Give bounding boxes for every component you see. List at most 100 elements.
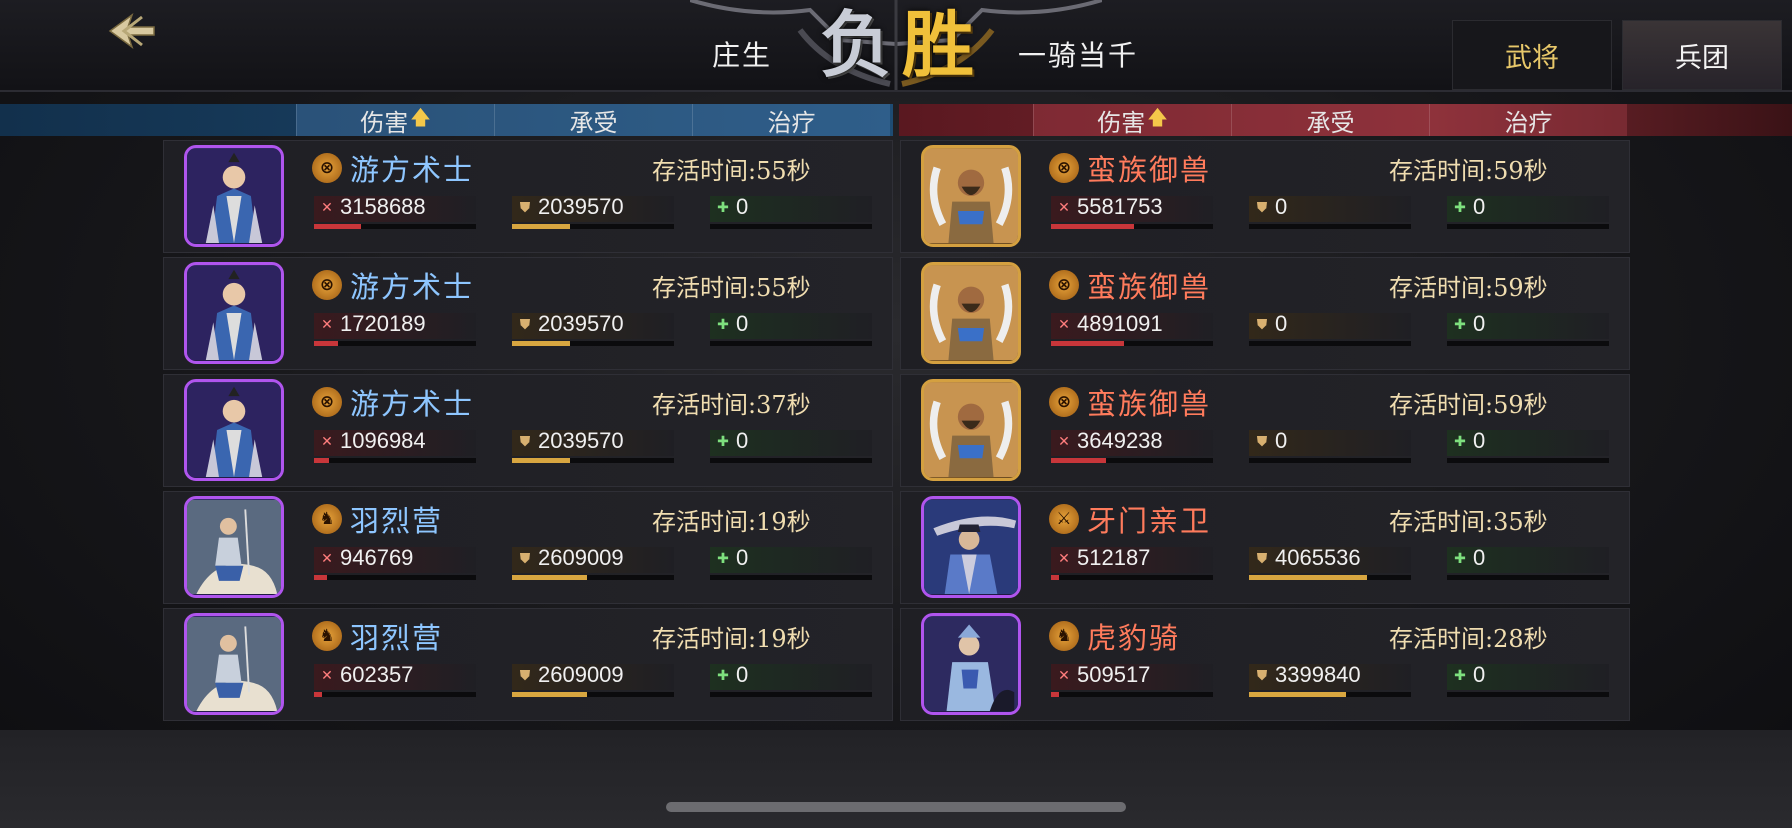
- shield-icon: ⛊: [519, 551, 531, 567]
- lose-label: 负: [820, 2, 893, 87]
- unit-row[interactable]: ⊗ 蛮族御兽 存活时间:59秒 ✕ 3649238 ⛊ 0 ✚ 0: [900, 374, 1630, 487]
- heal-plus-icon: ✚: [1454, 551, 1466, 567]
- survival-time: 存活时间:59秒: [1389, 157, 1548, 185]
- shield-icon: ⛊: [519, 200, 531, 216]
- heal-plus-icon: ✚: [717, 668, 729, 684]
- win-label: 胜: [902, 2, 975, 87]
- unit-row[interactable]: ♞ 羽烈营 存活时间:19秒 ✕ 946769 ⛊ 2609009 ✚ 0: [163, 491, 893, 604]
- sort-up-icon: 🡅: [410, 105, 431, 129]
- taken-stat: ⛊ 2609009: [512, 545, 674, 581]
- top-bar: 庄生 负 胜 一骑当千 武将 兵团: [0, 0, 1792, 92]
- home-indicator[interactable]: [666, 802, 1126, 812]
- damage-value: 946769: [340, 545, 414, 570]
- unit-row[interactable]: ⊗ 蛮族御兽 存活时间:59秒 ✕ 4891091 ⛊ 0 ✚ 0: [900, 257, 1630, 370]
- taken-stat: ⛊ 2039570: [512, 194, 674, 230]
- taken-bar-fill: [512, 224, 571, 229]
- unit-portrait[interactable]: [921, 379, 1021, 481]
- header-taken-left[interactable]: 承受: [494, 104, 692, 137]
- unit-name: 游方术士: [350, 387, 475, 421]
- damage-bar-fill: [314, 458, 329, 463]
- unit-name: 蛮族御兽: [1087, 270, 1212, 304]
- taken-stat: ⛊ 2039570: [512, 428, 674, 464]
- heal-plus-icon: ✚: [1454, 668, 1466, 684]
- damage-bar-fill: [314, 341, 339, 346]
- tab-army[interactable]: 兵团: [1622, 20, 1782, 90]
- damage-bar-fill: [1051, 458, 1107, 463]
- damage-stat: ✕ 946769: [314, 545, 476, 581]
- heal-stat: ✚ 0: [710, 311, 872, 347]
- unit-portrait[interactable]: [184, 496, 284, 598]
- heal-value: 0: [1473, 662, 1486, 687]
- sword-icon: ✕: [1058, 668, 1070, 684]
- header-taken-right[interactable]: 承受: [1231, 104, 1429, 137]
- heal-plus-icon: ✚: [1454, 200, 1466, 216]
- unit-row[interactable]: ⚔ 牙门亲卫 存活时间:35秒 ✕ 512187 ⛊ 4065536 ✚ 0: [900, 491, 1630, 604]
- heal-value: 0: [736, 194, 749, 219]
- unit-row[interactable]: ⊗ 蛮族御兽 存活时间:59秒 ✕ 5581753 ⛊ 0 ✚ 0: [900, 140, 1630, 253]
- unit-portrait[interactable]: [184, 145, 284, 247]
- unit-name: 游方术士: [350, 153, 475, 187]
- damage-bar-fill: [314, 575, 327, 580]
- damage-stat: ✕ 602357: [314, 662, 476, 698]
- heal-stat: ✚ 0: [710, 194, 872, 230]
- tab-generals[interactable]: 武将: [1452, 20, 1612, 90]
- survival-time: 存活时间:55秒: [652, 274, 811, 302]
- unit-portrait[interactable]: [921, 613, 1021, 715]
- heal-stat: ✚ 0: [710, 428, 872, 464]
- unit-portrait[interactable]: [921, 262, 1021, 364]
- unit-row[interactable]: ⊗ 游方术士 存活时间:37秒 ✕ 1096984 ⛊ 2039570 ✚ 0: [163, 374, 893, 487]
- heal-stat: ✚ 0: [1447, 662, 1609, 698]
- left-column-headers: 伤害 🡅 承受 治疗: [0, 104, 893, 137]
- taken-bar-fill: [512, 692, 587, 697]
- heal-value: 0: [1473, 194, 1486, 219]
- header-damage-right[interactable]: 伤害 🡅: [1033, 104, 1231, 137]
- damage-stat: ✕ 1720189: [314, 311, 476, 347]
- unit-portrait[interactable]: [184, 613, 284, 715]
- heal-stat: ✚ 0: [1447, 428, 1609, 464]
- unit-portrait[interactable]: [921, 496, 1021, 598]
- bow-icon: ⊗: [312, 270, 342, 300]
- horse-icon: ♞: [312, 504, 342, 534]
- unit-portrait[interactable]: [184, 262, 284, 364]
- damage-stat: ✕ 1096984: [314, 428, 476, 464]
- unit-name: 蛮族御兽: [1087, 153, 1212, 187]
- survival-time: 存活时间:59秒: [1389, 274, 1548, 302]
- survival-time: 存活时间:55秒: [652, 157, 811, 185]
- unit-row[interactable]: ⊗ 游方术士 存活时间:55秒 ✕ 3158688 ⛊ 2039570 ✚ 0: [163, 140, 893, 253]
- header-damage-left[interactable]: 伤害 🡅: [296, 104, 494, 137]
- damage-stat: ✕ 4891091: [1051, 311, 1213, 347]
- damage-value: 602357: [340, 662, 414, 687]
- damage-value: 5581753: [1077, 194, 1163, 219]
- heal-stat: ✚ 0: [1447, 311, 1609, 347]
- survival-time: 存活时间:37秒: [652, 391, 811, 419]
- taken-value: 2039570: [538, 194, 624, 219]
- heal-value: 0: [1473, 311, 1486, 336]
- survival-time: 存活时间:19秒: [652, 625, 811, 653]
- header-heal-left[interactable]: 治疗: [692, 104, 890, 137]
- sword-icon: ✕: [321, 200, 333, 216]
- unit-name: 虎豹骑: [1087, 621, 1181, 655]
- damage-stat: ✕ 3158688: [314, 194, 476, 230]
- sword-icon: ✕: [321, 551, 333, 567]
- damage-stat: ✕ 509517: [1051, 662, 1213, 698]
- taken-bar-fill: [1249, 692, 1347, 697]
- right-player-name: 一骑当千: [1018, 39, 1139, 72]
- unit-row[interactable]: ⊗ 游方术士 存活时间:55秒 ✕ 1720189 ⛊ 2039570 ✚ 0: [163, 257, 893, 370]
- damage-value: 1720189: [340, 311, 426, 336]
- heal-plus-icon: ✚: [717, 434, 729, 450]
- unit-row[interactable]: ♞ 虎豹骑 存活时间:28秒 ✕ 509517 ⛊ 3399840 ✚ 0: [900, 608, 1630, 721]
- back-button[interactable]: [100, 8, 160, 54]
- heal-stat: ✚ 0: [710, 545, 872, 581]
- taken-bar-fill: [512, 341, 571, 346]
- header-label: 伤害: [360, 108, 409, 137]
- unit-portrait[interactable]: [184, 379, 284, 481]
- sort-up-icon: 🡅: [1147, 105, 1168, 129]
- damage-bar-fill: [1051, 341, 1124, 346]
- unit-row[interactable]: ♞ 羽烈营 存活时间:19秒 ✕ 602357 ⛊ 2609009 ✚ 0: [163, 608, 893, 721]
- unit-portrait[interactable]: [921, 145, 1021, 247]
- damage-value: 3649238: [1077, 428, 1163, 453]
- taken-stat: ⛊ 0: [1249, 194, 1411, 230]
- header-heal-right[interactable]: 治疗: [1429, 104, 1627, 137]
- taken-value: 0: [1275, 428, 1288, 453]
- taken-value: 0: [1275, 194, 1288, 219]
